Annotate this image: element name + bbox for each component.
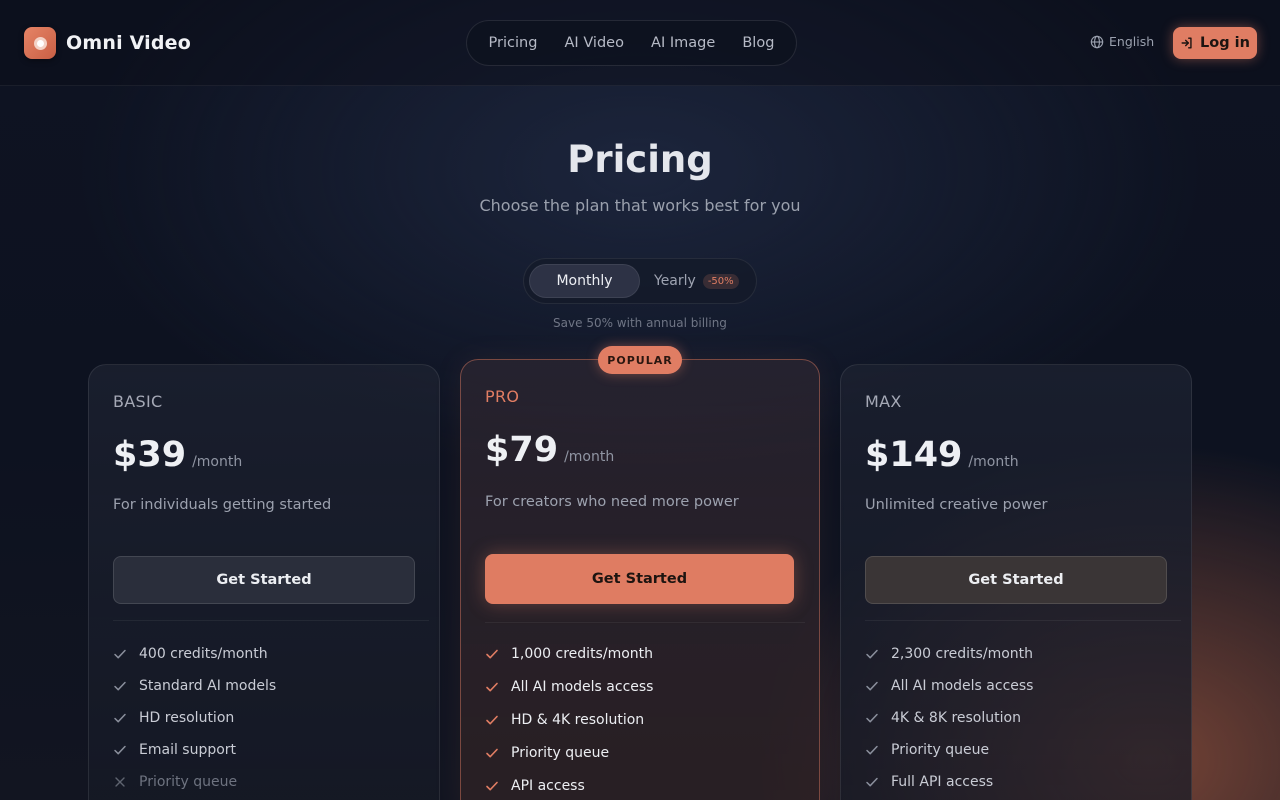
feature-text: Priority queue: [139, 774, 238, 790]
check-icon: [486, 715, 498, 725]
top-header: Omni Video Pricing AI Video AI Image Blo…: [0, 0, 1280, 86]
price-row: $79 /month: [485, 430, 614, 470]
plan-card-pro: PRO $79 /month For creators who need mor…: [460, 359, 820, 800]
divider: [485, 622, 805, 623]
feature-list: 2,300 credits/month All AI models access…: [865, 638, 1033, 798]
feature-item: 400 credits/month: [113, 638, 276, 670]
plan-price: $79: [485, 430, 559, 470]
feature-text: HD resolution: [139, 710, 235, 726]
billing-yearly-option[interactable]: Yearly -50%: [654, 259, 739, 303]
plan-description: Unlimited creative power: [865, 497, 1048, 513]
language-label: English: [1109, 34, 1155, 49]
price-row: $149 /month: [865, 435, 1019, 475]
feature-item: All AI models access: [485, 671, 653, 704]
check-icon: [114, 745, 126, 755]
record-icon: [24, 27, 56, 59]
feature-text: Priority queue: [511, 744, 610, 761]
x-icon: [115, 777, 125, 787]
login-button[interactable]: Log in: [1173, 27, 1257, 59]
popular-badge: POPULAR: [598, 346, 682, 374]
login-label: Log in: [1200, 35, 1250, 51]
plan-name: PRO: [485, 387, 520, 406]
billing-monthly-option[interactable]: Monthly: [529, 264, 640, 298]
feature-text: Full API access: [891, 774, 994, 790]
feature-text: All AI models access: [891, 678, 1034, 694]
feature-item: 4K & 8K resolution: [865, 702, 1033, 734]
plan-card-basic: BASIC $39 /month For individuals getting…: [88, 364, 440, 800]
feature-text: 4K & 8K resolution: [891, 710, 1021, 726]
plan-card-max: MAX $149 /month Unlimited creative power…: [840, 364, 1192, 800]
plan-name: MAX: [865, 392, 902, 411]
check-icon: [114, 681, 126, 691]
plan-period: /month: [968, 454, 1019, 470]
get-started-basic-button[interactable]: Get Started: [113, 556, 415, 604]
check-icon: [486, 650, 498, 659]
login-icon: [1181, 37, 1192, 49]
feature-text: Standard AI models: [139, 678, 277, 694]
feature-list: 1,000 credits/month All AI models access…: [485, 638, 653, 800]
check-icon: [114, 713, 126, 723]
check-icon: [866, 649, 878, 659]
yearly-label: Yearly: [654, 273, 696, 289]
divider: [865, 620, 1181, 621]
feature-text: 400 credits/month: [139, 646, 268, 662]
nav-item-ai-video[interactable]: AI Video: [565, 35, 624, 51]
feature-text: 2,300 credits/month: [891, 646, 1034, 662]
plan-description: For creators who need more power: [485, 494, 739, 510]
plan-description: For individuals getting started: [113, 497, 332, 513]
feature-item: Email support: [113, 734, 276, 766]
page-title: Pricing: [567, 138, 713, 181]
globe-icon: [1090, 35, 1104, 48]
feature-item-excluded: Priority queue: [113, 766, 276, 798]
feature-text: All AI models access: [511, 679, 654, 696]
feature-text: HD & 4K resolution: [511, 711, 645, 728]
plan-price: $39: [113, 435, 187, 475]
feature-item: API access: [485, 769, 653, 800]
brand-name: Omni Video: [66, 32, 192, 54]
billing-toggle: Monthly Yearly -50%: [523, 258, 757, 304]
plan-period: /month: [564, 449, 615, 465]
divider: [113, 620, 429, 621]
feature-item: 2,300 credits/month: [865, 638, 1033, 670]
check-icon: [866, 777, 878, 787]
feature-item: Priority queue: [485, 736, 653, 769]
check-icon: [866, 681, 878, 691]
check-icon: [866, 745, 878, 755]
feature-item: HD & 4K resolution: [485, 704, 653, 737]
discount-badge: -50%: [702, 273, 739, 289]
plan-name: BASIC: [113, 392, 163, 411]
feature-text: API access: [511, 777, 585, 794]
feature-text: Priority queue: [891, 742, 990, 758]
feature-item: Standard AI models: [113, 670, 276, 702]
plan-price: $149: [865, 435, 963, 475]
check-icon: [486, 682, 498, 692]
plan-period: /month: [192, 454, 243, 470]
nav-item-ai-image[interactable]: AI Image: [651, 35, 715, 51]
check-icon: [866, 713, 878, 723]
feature-item: Priority queue: [865, 734, 1033, 766]
get-started-pro-button[interactable]: Get Started: [485, 554, 794, 604]
billing-note: Save 50% with annual billing: [553, 316, 727, 330]
check-icon: [114, 649, 126, 659]
price-row: $39 /month: [113, 435, 242, 475]
feature-item: HD resolution: [113, 702, 276, 734]
check-icon: [486, 748, 498, 758]
feature-text: 1,000 credits/month: [511, 646, 654, 663]
get-started-max-button[interactable]: Get Started: [865, 556, 1167, 604]
brand[interactable]: Omni Video: [24, 27, 191, 59]
main-nav: Pricing AI Video AI Image Blog: [466, 20, 797, 66]
nav-item-blog[interactable]: Blog: [742, 35, 774, 51]
feature-text: Email support: [139, 742, 237, 758]
language-selector[interactable]: English: [1090, 34, 1154, 49]
feature-item: All AI models access: [865, 670, 1033, 702]
feature-item: 1,000 credits/month: [485, 638, 653, 671]
feature-item: Full API access: [865, 766, 1033, 798]
check-icon: [486, 781, 498, 791]
nav-item-pricing[interactable]: Pricing: [489, 35, 538, 51]
feature-list: 400 credits/month Standard AI models HD …: [113, 638, 276, 798]
page-subtitle: Choose the plan that works best for you: [479, 196, 801, 215]
